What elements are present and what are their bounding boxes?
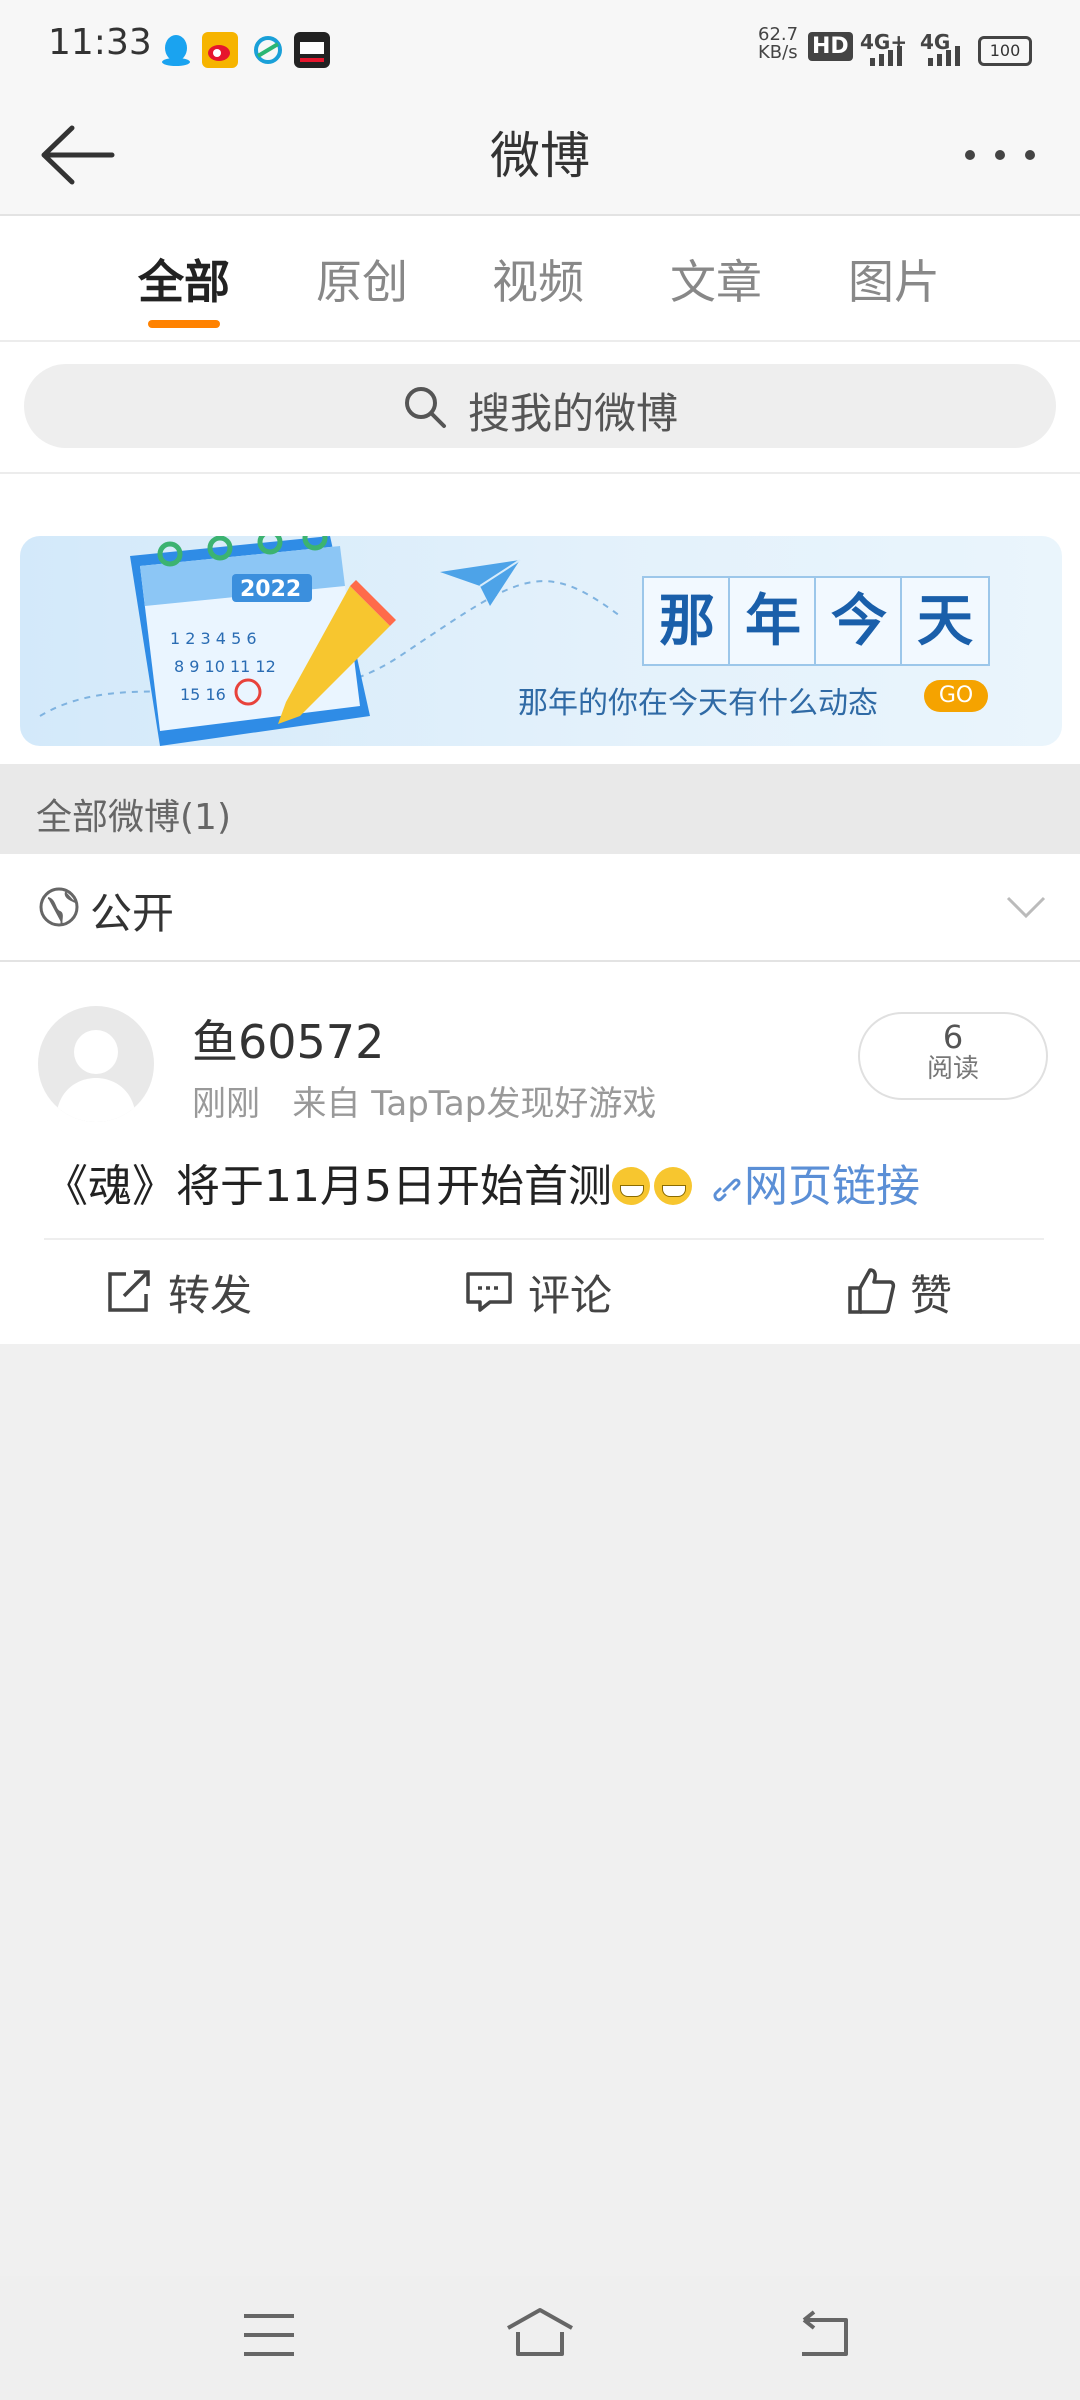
tab-article[interactable]: 文章 [670, 246, 762, 312]
filter-tabs: 全部 原创 视频 文章 图片 [0, 216, 1080, 342]
grin-emoji-icon [611, 1167, 650, 1205]
search-input[interactable]: 搜我的微博 [24, 364, 1056, 448]
like-label: 赞 [910, 1271, 953, 1320]
post-card[interactable]: 鱼60572 刚刚 来自 TapTap发现好游戏 6 阅读 《魂》将于11月5日… [0, 962, 1080, 1344]
tab-image[interactable]: 图片 [848, 246, 940, 312]
status-bar: 11:33 62.7 KB/s HD 4G+ 4G 100 [0, 0, 1080, 96]
avatar[interactable] [38, 1006, 154, 1122]
status-time: 11:33 [48, 22, 152, 63]
banner-title-char-3: 今 [814, 576, 904, 666]
calendar-year-badge: 2022 [240, 577, 301, 602]
default-avatar-icon [56, 1030, 136, 1122]
home-icon[interactable] [504, 2306, 576, 2358]
svg-text:8 9 10 11 12: 8 9 10 11 12 [174, 657, 276, 676]
banner-subtitle: 那年的你在今天有什么动态 [518, 686, 878, 721]
news-app-icon [294, 32, 330, 68]
weibo-notification-icon [202, 32, 238, 68]
back-nav-icon[interactable] [796, 2310, 850, 2358]
post-content[interactable]: 《魂》将于11月5日开始首测 网页链接 [44, 1150, 920, 1214]
title-bar: 微博 [0, 96, 1080, 216]
tab-all[interactable]: 全部 [138, 246, 230, 312]
network-speed: 62.7 KB/s [758, 24, 799, 63]
signal-bars-icon [870, 44, 910, 70]
web-link-label: 网页链接 [743, 1161, 920, 1212]
calendar-illustration-icon: 2022 1 2 3 4 5 6 8 9 10 11 12 15 16 [130, 536, 396, 746]
read-count: 6 [942, 1018, 964, 1056]
banner-title-char-1: 那 [642, 576, 732, 666]
visibility-label: 公开 [90, 889, 175, 938]
globe-icon [39, 887, 79, 927]
menu-icon[interactable] [242, 2312, 296, 2358]
repost-icon [108, 1270, 150, 1312]
search-placeholder: 搜我的微博 [468, 389, 679, 438]
page-title: 微博 [490, 127, 590, 185]
search-section: 搜我的微博 [0, 342, 1080, 474]
comment-icon [466, 1272, 512, 1312]
hd-indicator: HD [808, 32, 853, 61]
qq-notification-icon [158, 32, 194, 68]
tab-original[interactable]: 原创 [316, 246, 408, 312]
banner-title-char-2: 年 [728, 576, 818, 666]
chevron-down-icon [1006, 896, 1046, 919]
svg-text:15 16: 15 16 [180, 685, 226, 704]
read-count-badge[interactable]: 6 阅读 [858, 1012, 1048, 1100]
banner-title-char-4: 天 [900, 576, 990, 666]
section-title: 全部微博(1) [36, 797, 231, 838]
card-divider [44, 1238, 1044, 1240]
active-tab-indicator [148, 320, 220, 328]
web-link[interactable]: 网页链接 [710, 1161, 920, 1212]
mobile-operator-icon [250, 32, 286, 68]
svg-text:1 2 3 4 5 6: 1 2 3 4 5 6 [170, 629, 257, 648]
more-button[interactable] [960, 140, 1040, 170]
comment-label: 评论 [528, 1271, 613, 1320]
post-meta: 刚刚 来自 TapTap发现好游戏 [192, 1084, 657, 1124]
read-label: 阅读 [926, 1054, 979, 1084]
more-dots-icon [965, 150, 1035, 160]
signal-bars-icon-2 [928, 44, 968, 70]
link-icon [713, 1178, 741, 1202]
thumbs-up-icon [848, 1268, 896, 1314]
system-nav-bar [0, 2276, 1080, 2400]
grin-emoji-icon [653, 1167, 692, 1205]
section-header: 全部微博(1) [0, 764, 1080, 854]
post-username[interactable]: 鱼60572 [192, 1006, 384, 1072]
on-this-day-banner[interactable]: 2022 1 2 3 4 5 6 8 9 10 11 12 15 16 那 年 … [20, 536, 1062, 746]
post-text: 《魂》将于11月5日开始首测 [44, 1161, 612, 1212]
visibility-filter[interactable]: 公开 [0, 854, 1080, 962]
banner-section: 2022 1 2 3 4 5 6 8 9 10 11 12 15 16 那 年 … [0, 474, 1080, 764]
tab-video[interactable]: 视频 [492, 246, 584, 312]
search-icon [405, 387, 446, 428]
battery-indicator: 100 [978, 36, 1032, 66]
banner-go-button[interactable]: GO [924, 680, 988, 712]
repost-label: 转发 [168, 1271, 253, 1320]
